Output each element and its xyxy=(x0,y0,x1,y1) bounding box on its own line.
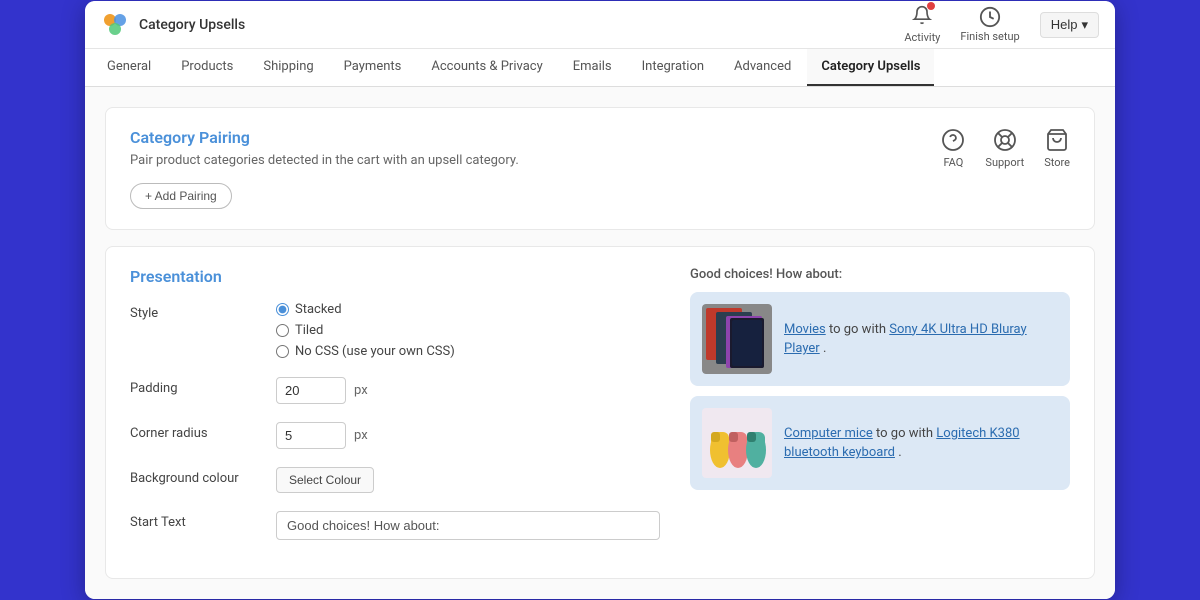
section-header-left: Category Pairing Pair product categories… xyxy=(130,128,519,168)
preview-text-suffix-1: . xyxy=(823,341,826,356)
main-content: Category Pairing Pair product categories… xyxy=(85,87,1115,599)
tab-products[interactable]: Products xyxy=(167,49,247,86)
category-pairing-desc: Pair product categories detected in the … xyxy=(130,153,519,168)
tab-emails[interactable]: Emails xyxy=(559,49,626,86)
preview-img-2 xyxy=(702,408,772,478)
activity-icon-wrap xyxy=(912,5,932,29)
start-text-label: Start Text xyxy=(130,511,260,530)
tab-accounts-privacy[interactable]: Accounts & Privacy xyxy=(417,49,556,86)
background-colour-label: Background colour xyxy=(130,467,260,486)
faq-label: FAQ xyxy=(943,156,963,169)
style-stacked-label: Stacked xyxy=(295,302,342,317)
app-window: Category Upsells Activity Finish set xyxy=(85,1,1115,599)
background-colour-row: Background colour Select Colour xyxy=(130,467,660,493)
help-button[interactable]: Help ▾ xyxy=(1040,12,1099,38)
corner-radius-label: Corner radius xyxy=(130,422,260,441)
support-icon xyxy=(993,128,1017,152)
store-label: Store xyxy=(1044,156,1070,169)
presentation-section: Presentation Style Stacked Tiled xyxy=(105,246,1095,579)
start-text-control xyxy=(276,511,660,540)
activity-button[interactable]: Activity xyxy=(904,5,940,44)
start-text-input[interactable] xyxy=(276,511,660,540)
app-logo xyxy=(101,11,129,39)
support-button[interactable]: Support xyxy=(985,128,1024,169)
tab-payments[interactable]: Payments xyxy=(330,49,416,86)
help-label: Help xyxy=(1051,17,1078,32)
presentation-title: Presentation xyxy=(130,267,660,286)
style-tiled-label: Tiled xyxy=(295,323,323,338)
style-no-css-radio[interactable] xyxy=(276,345,289,358)
finish-setup-label: Finish setup xyxy=(960,30,1019,43)
finish-setup-button[interactable]: Finish setup xyxy=(960,6,1019,43)
section-actions: FAQ Support xyxy=(941,128,1070,169)
preview-header: Good choices! How about: xyxy=(690,267,1070,282)
style-tiled-option[interactable]: Tiled xyxy=(276,323,660,338)
corner-radius-row: Corner radius px xyxy=(130,422,660,449)
faq-button[interactable]: FAQ xyxy=(941,128,965,169)
corner-radius-control: px xyxy=(276,422,660,449)
chevron-down-icon: ▾ xyxy=(1081,17,1088,33)
style-no-css-option[interactable]: No CSS (use your own CSS) xyxy=(276,344,660,359)
padding-label: Padding xyxy=(130,377,260,396)
padding-row: Padding px xyxy=(130,377,660,404)
preview-card-1: Movies to go with Sony 4K Ultra HD Blura… xyxy=(690,292,1070,386)
padding-unit: px xyxy=(354,383,368,398)
activity-label: Activity xyxy=(904,31,940,44)
preview-card-2: Computer mice to go with Logitech K380 b… xyxy=(690,396,1070,490)
finish-setup-icon xyxy=(979,6,1001,28)
background-colour-control: Select Colour xyxy=(276,467,660,493)
section-header: Category Pairing Pair product categories… xyxy=(130,128,1070,169)
store-button[interactable]: Store xyxy=(1044,128,1070,169)
style-row: Style Stacked Tiled No CSS (use your xyxy=(130,302,660,359)
tab-general[interactable]: General xyxy=(93,49,165,86)
tab-advanced[interactable]: Advanced xyxy=(720,49,805,86)
add-pairing-label: + Add Pairing xyxy=(145,189,217,203)
preview-img-1 xyxy=(702,304,772,374)
style-no-css-label: No CSS (use your own CSS) xyxy=(295,344,455,359)
mice-image xyxy=(702,408,772,478)
top-bar-right: Activity Finish setup Help ▾ xyxy=(904,5,1099,44)
add-pairing-button[interactable]: + Add Pairing xyxy=(130,183,232,209)
faq-icon xyxy=(941,128,965,152)
style-tiled-radio[interactable] xyxy=(276,324,289,337)
top-bar: Category Upsells Activity Finish set xyxy=(85,1,1115,49)
padding-input[interactable] xyxy=(276,377,346,404)
movies-link[interactable]: Movies xyxy=(784,322,826,337)
category-pairing-title: Category Pairing xyxy=(130,128,519,147)
tab-shipping[interactable]: Shipping xyxy=(249,49,327,86)
top-bar-left: Category Upsells xyxy=(101,11,245,39)
computer-mice-link[interactable]: Computer mice xyxy=(784,426,873,441)
start-text-row: Start Text xyxy=(130,511,660,540)
tab-category-upsells[interactable]: Category Upsells xyxy=(807,49,934,86)
preview-text-middle-2: to go with xyxy=(876,426,936,441)
preview-text-suffix-2: . xyxy=(898,445,901,460)
nav-tabs: General Products Shipping Payments Accou… xyxy=(85,49,1115,87)
activity-badge xyxy=(927,2,935,10)
movies-image xyxy=(702,304,772,374)
preview-text-2: Computer mice to go with Logitech K380 b… xyxy=(784,424,1058,463)
preview-panel: Good choices! How about: xyxy=(690,267,1070,558)
corner-radius-input[interactable] xyxy=(276,422,346,449)
support-label: Support xyxy=(985,156,1024,169)
preview-text-middle-1: to go with xyxy=(829,322,889,337)
corner-radius-unit: px xyxy=(354,428,368,443)
store-icon xyxy=(1045,128,1069,152)
presentation-form: Presentation Style Stacked Tiled xyxy=(130,267,660,558)
select-colour-button[interactable]: Select Colour xyxy=(276,467,374,493)
style-radio-group: Stacked Tiled No CSS (use your own CSS) xyxy=(276,302,660,359)
app-title: Category Upsells xyxy=(139,17,245,33)
padding-control: px xyxy=(276,377,660,404)
style-stacked-option[interactable]: Stacked xyxy=(276,302,660,317)
tab-integration[interactable]: Integration xyxy=(628,49,718,86)
style-stacked-radio[interactable] xyxy=(276,303,289,316)
category-pairing-section: Category Pairing Pair product categories… xyxy=(105,107,1095,230)
preview-text-1: Movies to go with Sony 4K Ultra HD Blura… xyxy=(784,320,1058,359)
style-label: Style xyxy=(130,302,260,321)
